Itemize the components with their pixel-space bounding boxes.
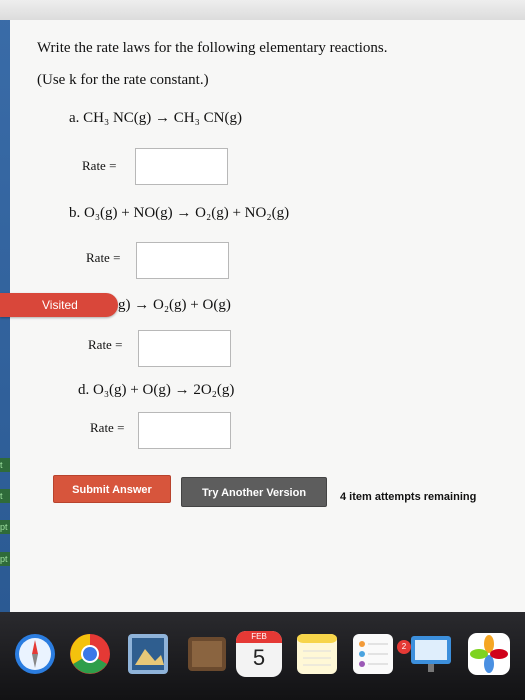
reaction-c: g) → O₂(g) + O(g): [118, 297, 231, 313]
calendar-day: 5: [252, 645, 266, 670]
attempts-remaining: 4 item attempts remaining: [340, 491, 477, 503]
rate-input-c[interactable]: [138, 330, 231, 367]
question-instruction: Write the rate laws for the following el…: [37, 40, 388, 56]
rate-label-a: Rate =: [82, 158, 117, 173]
rate-input-a[interactable]: [135, 148, 228, 185]
presentation-app-icon[interactable]: [408, 631, 454, 677]
try-another-version-button[interactable]: Try Another Version: [181, 477, 327, 507]
rate-input-b[interactable]: [136, 242, 229, 279]
calendar-month: FEB: [236, 631, 282, 643]
reaction-d: d. O₃(g) + O(g) → 2O₂(g): [78, 382, 235, 398]
rate-input-d[interactable]: [138, 412, 231, 449]
safari-icon[interactable]: [12, 631, 58, 677]
rate-label-c: Rate =: [88, 337, 123, 352]
calendar-icon[interactable]: FEB 5: [236, 631, 282, 677]
rate-label-b: Rate =: [86, 250, 121, 265]
rate-label-d: Rate =: [90, 420, 125, 435]
submit-answer-button[interactable]: Submit Answer: [53, 475, 171, 503]
reminders-icon[interactable]: [350, 631, 396, 677]
photos-icon[interactable]: [466, 631, 512, 677]
folder-app-icon[interactable]: [184, 631, 230, 677]
browser-top-bar: [0, 0, 525, 20]
notes-icon[interactable]: [294, 631, 340, 677]
question-note: (Use k for the rate constant.): [37, 72, 209, 88]
reaction-b: b. O₃(g) + NO(g) → O₂(g) + NO₂(g): [69, 205, 290, 221]
visited-badge[interactable]: Visited: [0, 293, 118, 317]
reaction-a: a. CH₃ NC(g) → CH₃ CN(g): [69, 110, 242, 126]
photo-app-icon[interactable]: [125, 631, 171, 677]
chrome-icon[interactable]: [67, 631, 113, 677]
